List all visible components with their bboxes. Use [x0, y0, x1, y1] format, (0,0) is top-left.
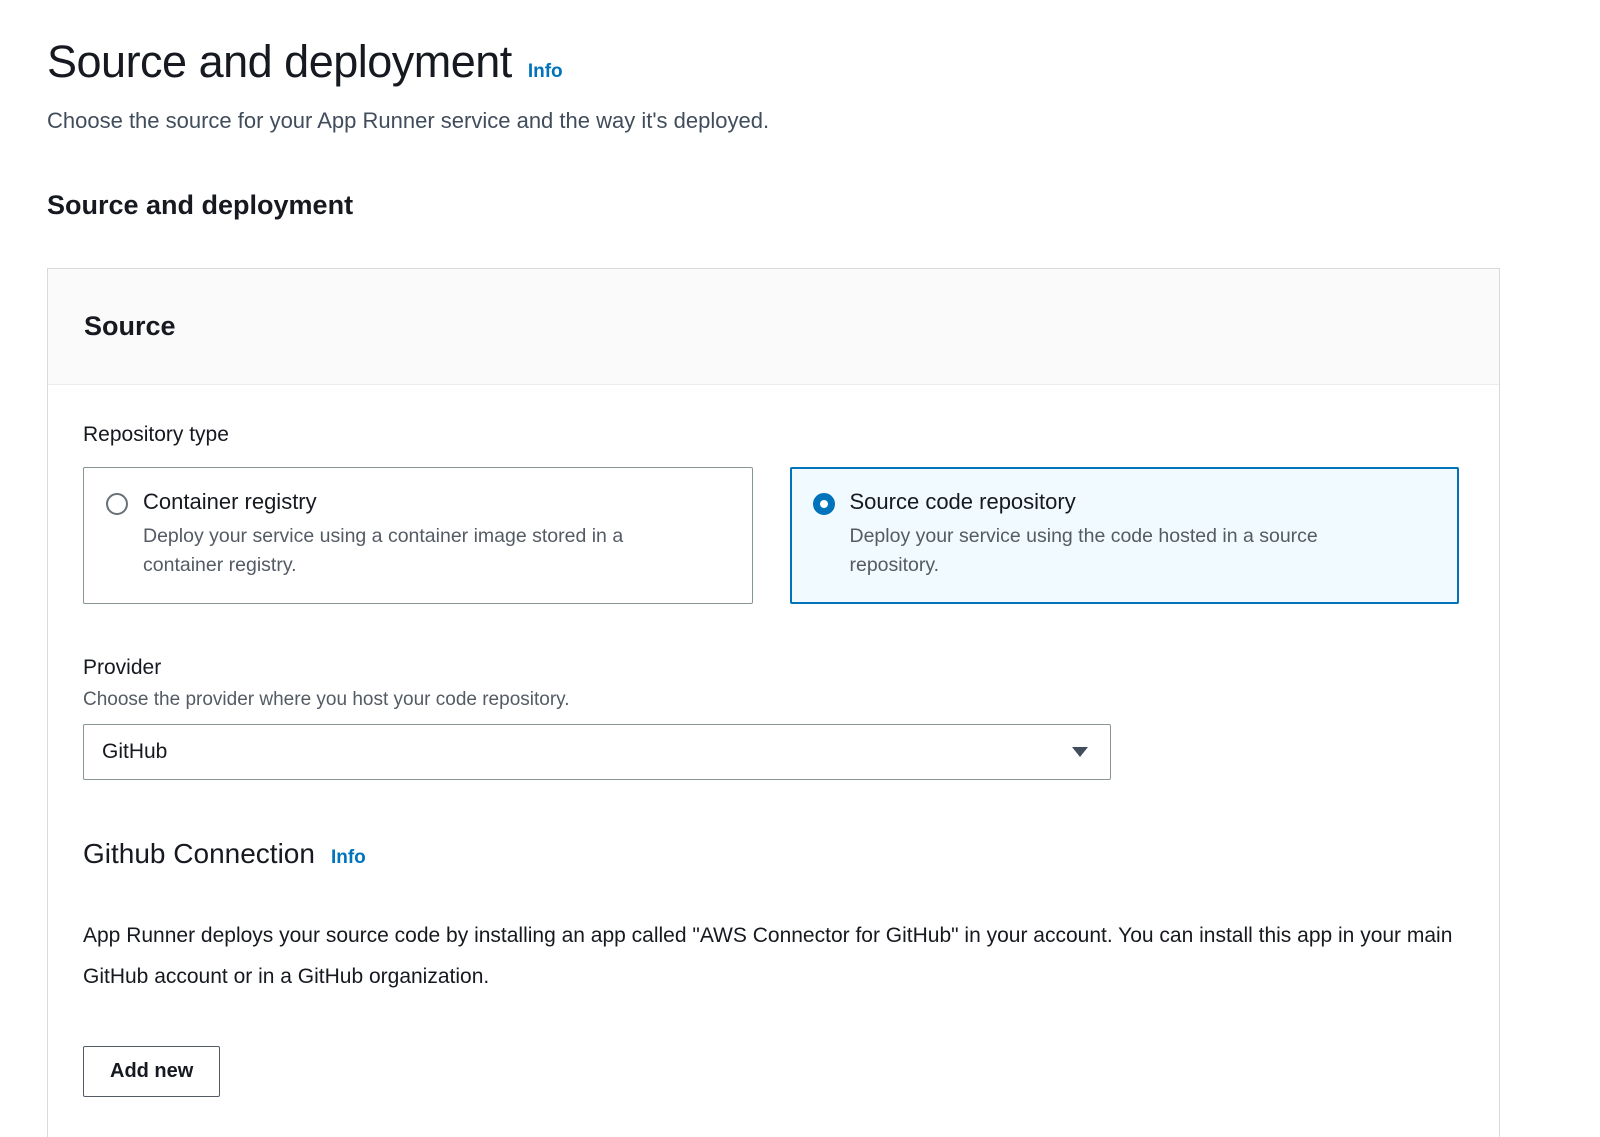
- tile-label: Container registry: [143, 489, 317, 514]
- provider-select[interactable]: GitHub: [83, 724, 1111, 780]
- provider-label: Provider: [83, 656, 1459, 680]
- repository-type-group: Container registry Deploy your service u…: [83, 467, 1459, 604]
- page-subtitle: Choose the source for your App Runner se…: [47, 108, 1500, 134]
- github-connection-info-link[interactable]: Info: [331, 847, 366, 869]
- page-title: Source and deployment: [47, 36, 512, 88]
- source-card-header: Source: [48, 269, 1499, 385]
- source-and-deployment-page: Source and deployment Info Choose the so…: [0, 0, 1600, 1137]
- github-connection-heading: Github Connection: [83, 838, 315, 870]
- section-heading: Source and deployment: [47, 190, 1500, 221]
- source-card: Source Repository type Container registr…: [47, 268, 1500, 1137]
- tile-label: Source code repository: [850, 489, 1076, 514]
- radio-unselected-icon[interactable]: [106, 493, 128, 515]
- source-card-title: Source: [84, 311, 176, 341]
- radio-selected-icon[interactable]: [813, 493, 835, 515]
- repository-type-option-container-registry[interactable]: Container registry Deploy your service u…: [83, 467, 753, 604]
- tile-description: Deploy your service using the code hoste…: [850, 522, 1410, 581]
- page-header: Source and deployment Info: [47, 36, 1500, 88]
- github-connection-description: App Runner deploys your source code by i…: [83, 916, 1459, 998]
- add-new-button[interactable]: Add new: [83, 1046, 220, 1097]
- source-card-body: Repository type Container registry Deplo…: [48, 385, 1499, 1137]
- tile-text: Container registry Deploy your service u…: [143, 489, 703, 581]
- provider-block: Provider Choose the provider where you h…: [83, 656, 1459, 780]
- github-connection-header: Github Connection Info: [83, 838, 1459, 870]
- tile-description: Deploy your service using a container im…: [143, 522, 703, 581]
- tile-text: Source code repository Deploy your servi…: [850, 489, 1410, 581]
- chevron-down-icon: [1072, 747, 1088, 757]
- provider-description: Choose the provider where you host your …: [83, 689, 1459, 711]
- provider-select-value: GitHub: [102, 740, 167, 764]
- repository-type-label: Repository type: [83, 423, 1459, 447]
- page-title-info-link[interactable]: Info: [528, 61, 563, 83]
- repository-type-option-source-code-repository[interactable]: Source code repository Deploy your servi…: [790, 467, 1460, 604]
